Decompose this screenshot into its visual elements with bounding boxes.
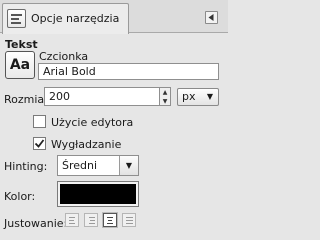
hinting-select[interactable]: Średni ▼ [57, 155, 139, 176]
triangle-left-icon[interactable] [205, 11, 218, 24]
font-preview-button[interactable]: Aa [5, 51, 35, 79]
justify-right-icon[interactable] [84, 213, 98, 227]
font-label: Czcionka [39, 50, 89, 63]
color-label: Kolor: [4, 190, 36, 203]
spin-down-icon[interactable]: ▼ [160, 97, 170, 106]
unit-value: px [182, 90, 196, 103]
justify-fill-icon[interactable] [122, 213, 136, 227]
use-editor-checkbox[interactable] [33, 115, 46, 128]
checkmark-icon [34, 139, 45, 148]
hinting-label: Hinting: [4, 160, 48, 173]
antialias-label[interactable]: Wygładzanie [51, 138, 121, 151]
chevron-down-icon[interactable]: ▼ [119, 156, 138, 175]
unit-dropdown[interactable]: px ▼ [177, 88, 219, 106]
tab-label: Opcje narzędzia [31, 12, 120, 25]
tab-tool-options[interactable]: Opcje narzędzia [2, 3, 129, 34]
hinting-value: Średni [62, 159, 98, 172]
size-input[interactable]: 200 [44, 87, 160, 106]
justify-left-icon[interactable] [65, 213, 79, 227]
justify-label: Justowanie: [4, 217, 68, 230]
antialias-checkbox[interactable] [33, 137, 46, 150]
color-swatch-button[interactable] [57, 181, 139, 207]
size-spinner[interactable]: ▲ ▼ [160, 87, 171, 106]
font-input[interactable]: Arial Bold [38, 63, 219, 80]
section-heading: Tekst [5, 38, 38, 51]
spin-up-icon[interactable]: ▲ [160, 88, 170, 97]
tool-options-icon [7, 9, 26, 28]
justify-center-icon[interactable] [103, 213, 117, 227]
use-editor-label[interactable]: Użycie edytora [51, 116, 133, 129]
chevron-down-icon: ▼ [206, 92, 213, 101]
